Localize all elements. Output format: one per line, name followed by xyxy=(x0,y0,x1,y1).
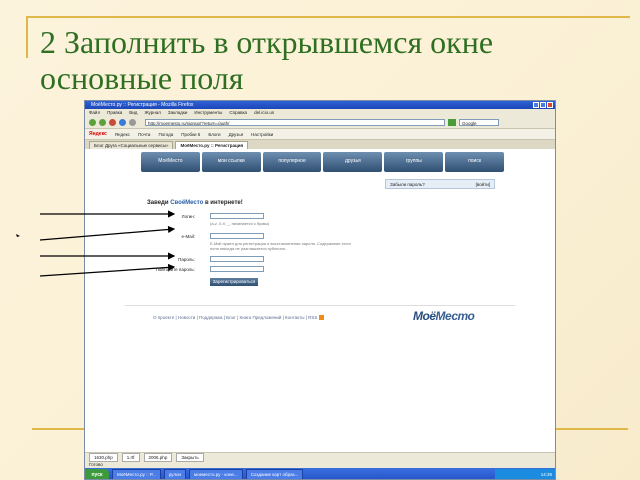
nav-toolbar: http://moemesto.ru/signup/?return=/auth/… xyxy=(85,116,555,129)
slide-left-rule xyxy=(26,16,28,58)
menu-edit[interactable]: Правка xyxy=(107,109,122,116)
yandex-item[interactable]: Почта xyxy=(138,132,151,137)
rss-icon[interactable] xyxy=(319,315,325,321)
slide-top-rule xyxy=(26,16,630,18)
menu-history[interactable]: Журнал xyxy=(144,109,160,116)
heading-prefix: Заведи xyxy=(147,200,171,206)
nav-friends[interactable]: друзья xyxy=(323,152,383,172)
yandex-item[interactable]: Блоги xyxy=(208,132,220,137)
password-label: Пароль: xyxy=(178,257,195,262)
yandex-logo[interactable]: Яндекс xyxy=(89,131,107,137)
taskbar-item[interactable]: моеместо.ру - коне... xyxy=(189,469,243,479)
taskbar-item[interactable]: Создание карт образ... xyxy=(245,469,304,479)
address-bar[interactable]: http://moemesto.ru/signup/?return=/auth/ xyxy=(145,118,445,126)
window-title: МоёМесто.ру :: Регистрация - Mozilla Fir… xyxy=(91,102,194,108)
email-hint: E-Mail нужен для регистрации и восстанов… xyxy=(210,241,352,251)
close-icon[interactable] xyxy=(547,102,553,108)
footer-divider xyxy=(125,305,515,306)
browser-window: МоёМесто.ру :: Регистрация - Mozilla Fir… xyxy=(84,100,556,480)
password-input[interactable] xyxy=(210,256,264,262)
download-item[interactable]: 2006.php xyxy=(143,453,173,462)
heading-suffix: в интернете! xyxy=(203,200,243,206)
page-content: МоёМесто мои ссылки популярное друзья гр… xyxy=(85,149,555,452)
back-icon[interactable] xyxy=(89,118,96,126)
download-item[interactable]: 1.rtf xyxy=(121,453,140,462)
nav-my-links[interactable]: мои ссылки xyxy=(201,152,261,172)
email-label: e-Mail: xyxy=(181,234,195,239)
menu-view[interactable]: Вид xyxy=(129,109,137,116)
forgot-password-link[interactable]: Забыли пароль? xyxy=(390,180,425,188)
nav-search[interactable]: поиск xyxy=(445,152,504,172)
maximize-icon[interactable] xyxy=(540,102,546,108)
nav-groups[interactable]: группы xyxy=(384,152,444,172)
os-taskbar: пуск МоёМесто.ру :: Р... рулон моеместо.… xyxy=(85,468,555,479)
start-button[interactable]: пуск xyxy=(85,468,109,479)
login-label: Логин: xyxy=(181,214,195,219)
downloads-bar: 1630.php 1.rtf 2006.php Закрыть xyxy=(85,452,555,462)
footer-links[interactable]: О проекте | Новости | Поддержка | Блог |… xyxy=(153,315,317,320)
stop-icon[interactable] xyxy=(109,118,116,126)
menu-file[interactable]: Файл xyxy=(89,109,100,116)
password-confirm-input[interactable] xyxy=(210,266,264,272)
email-field[interactable] xyxy=(210,233,264,239)
window-controls xyxy=(533,102,553,108)
site-nav: МоёМесто мои ссылки популярное друзья гр… xyxy=(140,151,505,173)
page-heading: Заведи СвоёМесто в интернете! xyxy=(147,200,243,206)
yandex-item[interactable]: Пробки 5 xyxy=(181,132,200,137)
home-icon[interactable] xyxy=(129,118,136,126)
nav-home[interactable]: МоёМесто xyxy=(141,152,200,172)
site-logo: МоёМесто xyxy=(413,309,475,323)
taskbar-item[interactable]: МоёМесто.ру :: Р... xyxy=(112,469,161,479)
logo-part2: Место xyxy=(435,309,475,323)
forgot-password-box: Забыли пароль? [войти] xyxy=(385,179,495,189)
system-clock: 14:39 xyxy=(495,468,555,479)
register-button[interactable]: Зарегистрироваться xyxy=(210,278,258,286)
window-titlebar: МоёМесто.ру :: Регистрация - Mozilla Fir… xyxy=(85,101,555,109)
yandex-bar: Яндекс Яндекс Почта Погода Пробки 5 Блог… xyxy=(85,129,555,140)
login-hint: (a-z, 0-9, _, начинается с буквы) xyxy=(210,221,270,226)
logo-part1: Моё xyxy=(413,309,436,323)
menu-delicious[interactable]: del.icio.us xyxy=(254,109,274,116)
yandex-item[interactable]: Яндекс xyxy=(115,132,130,137)
password-confirm-label: Повторите пароль: xyxy=(155,267,195,272)
slide-title: 2 Заполнить в открывшемся окне основные … xyxy=(40,24,494,96)
download-close[interactable]: Закрыть xyxy=(176,453,204,462)
menu-help[interactable]: Справка xyxy=(229,109,247,116)
yandex-item[interactable]: Друзья xyxy=(229,132,244,137)
yandex-item[interactable]: Погода xyxy=(158,132,173,137)
taskbar-item[interactable]: рулон xyxy=(163,469,187,479)
menu-bookmarks[interactable]: Закладки xyxy=(168,109,187,116)
menu-tools[interactable]: Инструменты xyxy=(194,109,222,116)
site-footer: О проекте | Новости | Поддержка | Блог |… xyxy=(153,315,326,321)
go-icon[interactable] xyxy=(448,118,456,126)
minimize-icon[interactable] xyxy=(533,102,539,108)
reload-icon[interactable] xyxy=(119,118,126,126)
menu-bar: Файл Правка Вид Журнал Закладки Инструме… xyxy=(85,109,555,116)
nav-popular[interactable]: популярное xyxy=(262,152,322,172)
login-input[interactable] xyxy=(210,213,264,219)
yandex-item[interactable]: Настройки xyxy=(251,132,273,137)
search-input[interactable]: Google xyxy=(459,118,499,126)
login-link[interactable]: [войти] xyxy=(476,180,490,188)
heading-brand: СвоёМесто xyxy=(170,200,204,206)
download-item[interactable]: 1630.php xyxy=(89,453,118,462)
forward-icon[interactable] xyxy=(99,118,106,126)
